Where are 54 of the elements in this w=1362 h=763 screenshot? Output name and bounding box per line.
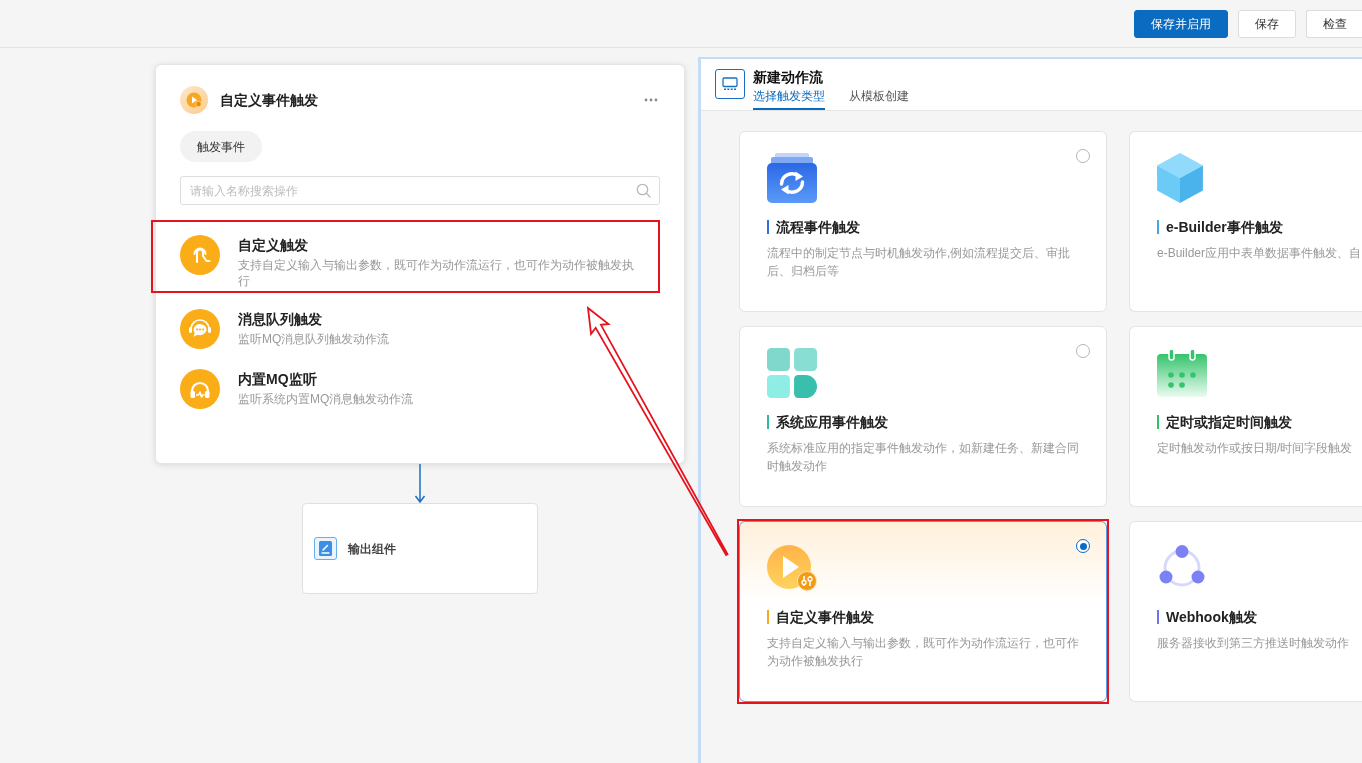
output-node[interactable]: 输出组件	[302, 503, 538, 594]
card-title: Webhook触发	[1166, 608, 1257, 626]
toolbar-button[interactable]: 保存	[1238, 9, 1296, 38]
trigger-type-card[interactable]: 定时或指定时间触发 定时触发动作或按日期/时间字段触发	[1129, 326, 1362, 507]
option-description: 监听系统内置MQ消息触发动作流	[238, 391, 415, 407]
radio-button[interactable]	[1076, 539, 1090, 553]
search-field[interactable]: 请输入名称搜索操作	[180, 176, 660, 205]
card-description: e-Builder应用中表单数据事件触发、自	[1157, 245, 1362, 262]
panel-tab[interactable]: 选择触发类型	[753, 88, 825, 110]
card-title: 定时或指定时间触发	[1166, 413, 1292, 431]
option-title: 内置MQ监听	[238, 371, 318, 388]
card-title: 系统应用事件触发	[776, 413, 888, 431]
option-title: 消息队列触发	[238, 311, 323, 328]
card-description: 支持自定义输入与输出参数，既可作为动作流运行，也可作为动作被触发执行	[767, 635, 1080, 670]
save-enable-button[interactable]: 保存并启用	[1134, 9, 1228, 38]
node-label: 输出组件	[348, 540, 396, 558]
card-description: 定时触发动作或按日期/时间字段触发	[1157, 440, 1354, 457]
finger-touch-icon	[180, 235, 220, 275]
trigger-type-card[interactable]: 流程事件触发 流程中的制定节点与时机触发动作,例如流程提交后、审批后、归档后等	[739, 131, 1107, 312]
option-description: 监听MQ消息队列触发动作流	[238, 331, 391, 347]
trigger-type-card[interactable]: 自定义事件触发 支持自定义输入与输出参数，既可作为动作流运行，也可作为动作被触发执行	[739, 521, 1107, 702]
trigger-type-card[interactable]: e-Builder事件触发 e-Builder应用中表单数据事件触发、自	[1129, 131, 1362, 312]
card-description: 流程中的制定节点与时机触发动作,例如流程提交后、审批后、归档后等	[767, 245, 1072, 280]
play-circle-icon	[180, 86, 208, 114]
option-description: 支持自定义输入与输出参数，既可作为动作流运行，也可作为动作被触发执行	[238, 257, 635, 289]
card-description: 服务器接收到第三方推送时触发动作	[1157, 635, 1350, 652]
card-title: e-Builder事件触发	[1166, 218, 1283, 236]
calendar-icon	[1157, 349, 1207, 397]
card-title: 流程事件触发	[776, 218, 860, 236]
document-edit-icon	[314, 537, 337, 560]
radio-button[interactable]	[1076, 344, 1090, 358]
trigger-type-card[interactable]: 系统应用事件触发 系统标准应用的指定事件触发动作，如新建任务、新建合同时触发动作	[739, 326, 1107, 507]
chat-bubble-icon	[180, 309, 220, 349]
trigger-type-card[interactable]: Webhook触发 服务器接收到第三方推送时触发动作	[1129, 521, 1362, 702]
toolbar-button[interactable]: 检查	[1306, 9, 1362, 38]
connector-arrow	[414, 464, 426, 503]
folder-sync-icon	[767, 153, 817, 203]
panel-title: 新建动作流	[753, 68, 824, 86]
cube-icon	[1157, 153, 1203, 203]
category-tab[interactable]: 触发事件	[180, 131, 262, 162]
trigger-option[interactable]: 消息队列触发 监听MQ消息队列触发动作流	[180, 309, 660, 349]
monitor-icon	[715, 69, 745, 99]
more-icon[interactable]	[644, 98, 658, 102]
radio-button[interactable]	[1076, 149, 1090, 163]
headphones-icon	[180, 369, 220, 409]
tiles-icon	[767, 348, 817, 398]
trigger-option[interactable]: 内置MQ监听 监听系统内置MQ消息触发动作流	[180, 369, 660, 409]
trigger-option[interactable]: 自定义触发 支持自定义输入与输出参数，既可作为动作流运行，也可作为动作被触发执行	[180, 235, 660, 289]
card-description: 系统标准应用的指定事件触发动作，如新建任务、新建合同时触发动作	[767, 440, 1080, 475]
panel-tab[interactable]: 从模板创建	[849, 88, 909, 110]
play-circle-icon	[767, 545, 817, 591]
option-title: 自定义触发	[238, 237, 309, 254]
node-title: 自定义事件触发	[220, 91, 318, 109]
card-title: 自定义事件触发	[776, 608, 874, 626]
